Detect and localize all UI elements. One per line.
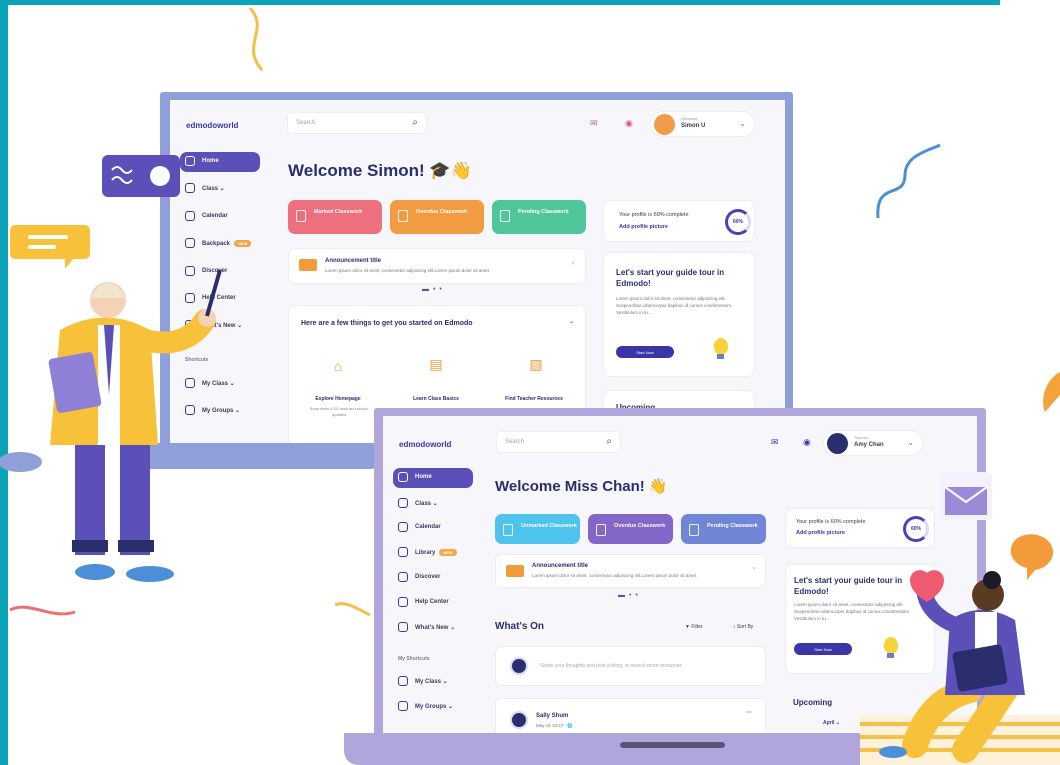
illustration-frame: edmodoworld Search ⌕ ✉ ◉ Welcome Simon U… xyxy=(0,0,1060,765)
student-illustration xyxy=(879,570,1025,763)
